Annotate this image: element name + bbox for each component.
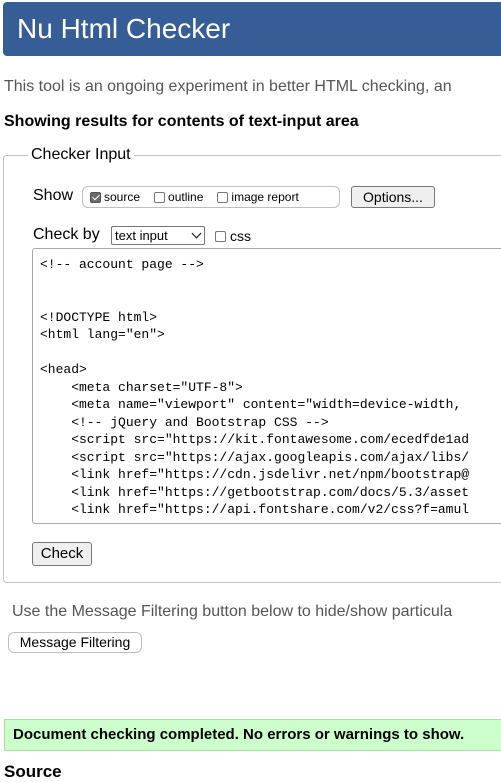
image-report-checkbox[interactable] <box>217 191 229 203</box>
image-report-label: image report <box>231 190 299 204</box>
page-header: Nu Html Checker <box>3 2 501 56</box>
check-by-select[interactable]: text input <box>111 226 205 245</box>
show-source-option[interactable]: source <box>90 190 140 204</box>
source-label: source <box>104 190 141 204</box>
checker-input-legend: Checker Input <box>28 146 134 164</box>
chevron-down-icon <box>191 228 202 239</box>
source-textarea[interactable]: <!-- account page --> <!DOCTYPE html> <h… <box>32 248 501 524</box>
page-title: Nu Html Checker <box>17 13 231 44</box>
css-option[interactable]: css <box>215 228 251 244</box>
options-button[interactable]: Options... <box>351 186 435 208</box>
show-label: Show <box>33 187 74 204</box>
success-message: Document checking completed. No errors o… <box>4 719 501 751</box>
outline-label: outline <box>168 190 204 204</box>
results-heading: Showing results for contents of text-inp… <box>4 113 359 130</box>
source-checkbox[interactable] <box>90 191 101 203</box>
intro-text: This tool is an ongoing experiment in be… <box>4 78 452 95</box>
source-code: <!-- account page --> <!DOCTYPE html> <h… <box>40 257 470 517</box>
css-checkbox[interactable] <box>215 230 226 242</box>
check-by-selected-value: text input <box>115 228 168 243</box>
show-outline-option[interactable]: outline <box>154 190 203 204</box>
message-filtering-button[interactable]: Message Filtering <box>8 632 142 653</box>
source-heading: Source <box>4 762 62 781</box>
filtering-instructions: Use the Message Filtering button below t… <box>12 603 453 620</box>
outline-checkbox[interactable] <box>154 191 166 203</box>
css-label: css <box>230 228 251 244</box>
show-options-group: source outline image report <box>82 186 340 208</box>
check-by-label: Check by <box>33 226 100 243</box>
show-image-report-option[interactable]: image report <box>217 190 299 204</box>
check-button[interactable]: Check <box>32 542 92 566</box>
